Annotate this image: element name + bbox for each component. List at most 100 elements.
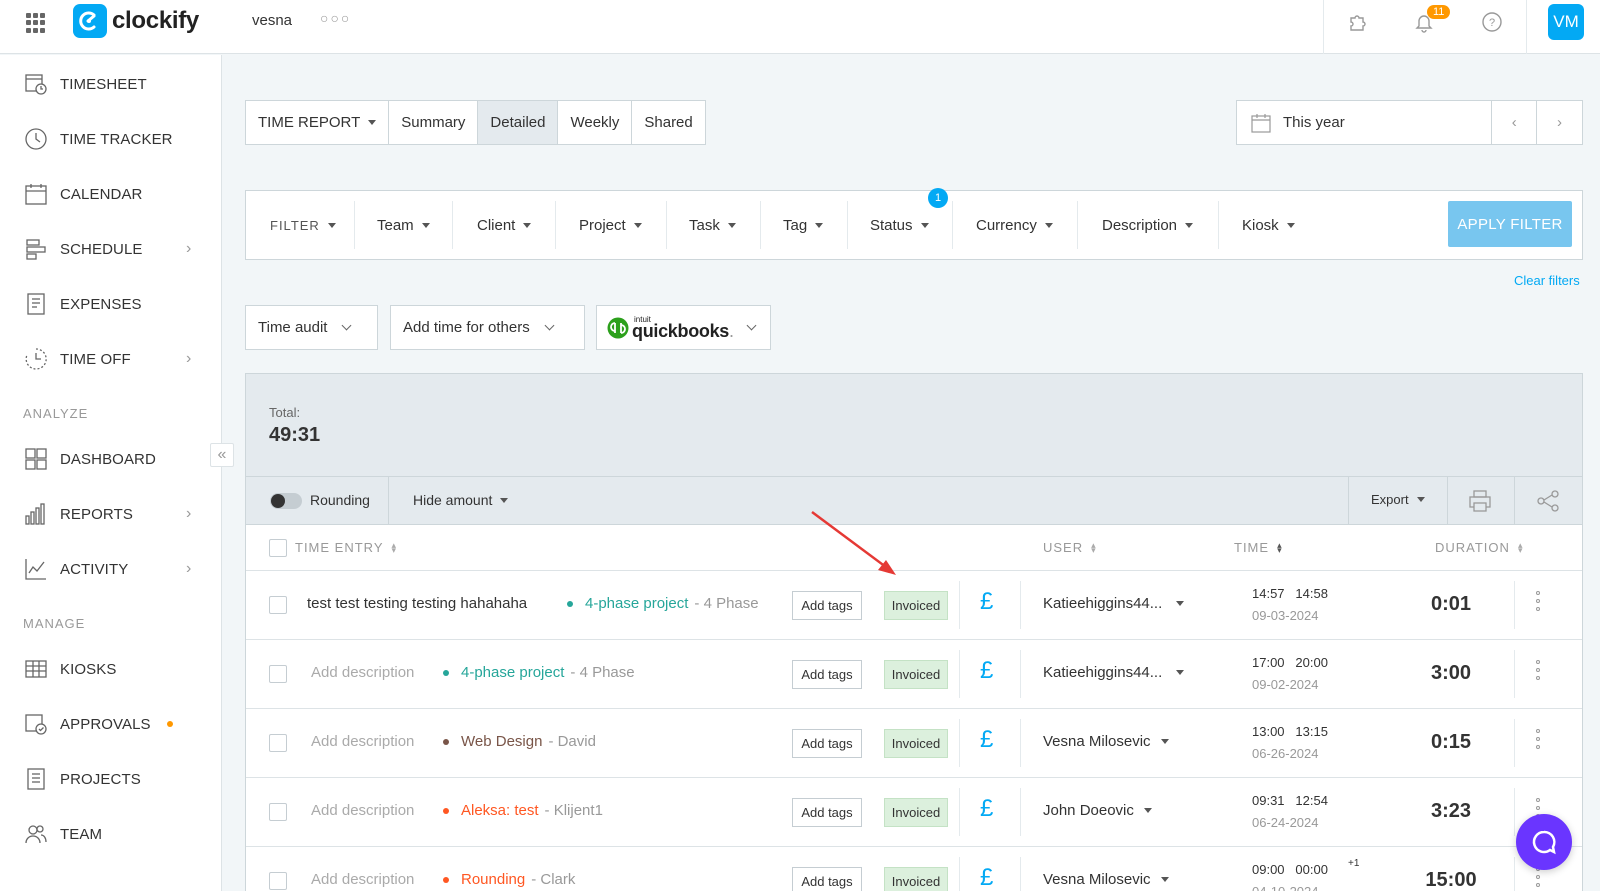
- sidebar-item-activity[interactable]: ACTIVITY ›: [0, 546, 222, 592]
- entry-time-range[interactable]: 17:00 20:00 09-02-2024: [1252, 655, 1328, 692]
- more-icon[interactable]: ○○○: [320, 10, 351, 26]
- clear-filters-link[interactable]: Clear filters: [1514, 273, 1580, 288]
- add-tags-button[interactable]: Add tags: [792, 798, 862, 827]
- sidebar-item-time-tracker[interactable]: TIME TRACKER: [0, 116, 222, 162]
- filter-tag[interactable]: Tag: [783, 191, 824, 259]
- billable-currency-icon[interactable]: £: [980, 795, 993, 823]
- entry-project[interactable]: 4-phase project - 4 Phase: [567, 595, 759, 612]
- filter-status[interactable]: Status: [870, 191, 929, 259]
- rounding-toggle[interactable]: [270, 493, 302, 509]
- sidebar-item-dashboard[interactable]: DASHBOARD: [0, 436, 222, 482]
- filter-task[interactable]: Task: [689, 191, 736, 259]
- table-row[interactable]: Add description Rounding - Clark Add tags…: [246, 847, 1582, 891]
- filter-menu[interactable]: FILTER: [270, 191, 336, 259]
- print-icon[interactable]: [1468, 489, 1492, 513]
- entry-project[interactable]: Web Design - David: [443, 733, 596, 750]
- help-icon[interactable]: ?: [1478, 8, 1506, 36]
- add-tags-button[interactable]: Add tags: [792, 591, 862, 620]
- entry-description[interactable]: Add description: [311, 733, 414, 750]
- row-checkbox[interactable]: [269, 803, 287, 821]
- table-row[interactable]: Add description Aleksa: test - Klijent1 A…: [246, 778, 1582, 847]
- sidebar-item-projects[interactable]: PROJECTS: [0, 756, 222, 802]
- time-report-dropdown[interactable]: TIME REPORT: [246, 101, 390, 144]
- sidebar-item-time-off[interactable]: TIME OFF ›: [0, 336, 222, 382]
- entry-user-dropdown[interactable]: Katieehiggins44...: [1043, 664, 1185, 681]
- entry-user-dropdown[interactable]: John Doeovic: [1043, 802, 1152, 819]
- entry-description[interactable]: Add description: [311, 664, 414, 681]
- entry-time-range[interactable]: 13:00 13:15 06-26-2024: [1252, 724, 1328, 761]
- entry-user-dropdown[interactable]: Vesna Milosevic: [1043, 871, 1169, 888]
- puzzle-icon[interactable]: [1344, 8, 1372, 36]
- filter-description[interactable]: Description: [1102, 191, 1194, 259]
- table-row[interactable]: Add description 4-phase project - 4 Phase…: [246, 640, 1582, 709]
- entry-project[interactable]: Aleksa: test - Klijent1: [443, 802, 603, 819]
- row-checkbox[interactable]: [269, 665, 287, 683]
- row-menu-icon[interactable]: [1536, 867, 1540, 887]
- entry-description[interactable]: test test testing testing hahahaha: [307, 595, 527, 612]
- sidebar-item-approvals[interactable]: APPROVALS: [0, 701, 222, 747]
- header-user[interactable]: USER ▴ ▾: [1043, 540, 1097, 555]
- header-time[interactable]: TIME ▴ ▾: [1234, 540, 1283, 555]
- entry-duration[interactable]: 3:00: [1396, 662, 1506, 685]
- add-time-for-others-dropdown[interactable]: Add time for others: [390, 305, 585, 350]
- table-row[interactable]: Add description Web Design - David Add ta…: [246, 709, 1582, 778]
- apply-filter-button[interactable]: APPLY FILTER: [1448, 201, 1572, 247]
- chat-support-button[interactable]: [1516, 814, 1572, 870]
- row-menu-icon[interactable]: [1536, 591, 1540, 611]
- tab-shared[interactable]: Shared: [632, 101, 704, 144]
- invoiced-badge[interactable]: Invoiced: [884, 660, 948, 689]
- sidebar-item-kiosks[interactable]: KIOSKS: [0, 646, 222, 692]
- sidebar-item-calendar[interactable]: CALENDAR: [0, 171, 222, 217]
- row-menu-icon[interactable]: [1536, 729, 1540, 749]
- add-tags-button[interactable]: Add tags: [792, 729, 862, 758]
- add-tags-button[interactable]: Add tags: [792, 867, 862, 891]
- invoiced-badge[interactable]: Invoiced: [884, 729, 948, 758]
- tab-detailed[interactable]: Detailed: [478, 101, 559, 144]
- billable-currency-icon[interactable]: £: [980, 588, 993, 616]
- billable-currency-icon[interactable]: £: [980, 864, 993, 891]
- sidebar-item-team[interactable]: TEAM: [0, 811, 222, 857]
- filter-client[interactable]: Client: [477, 191, 532, 259]
- header-duration[interactable]: DURATION ▴ ▾: [1435, 540, 1523, 555]
- entry-description[interactable]: Add description: [311, 871, 414, 888]
- invoiced-badge[interactable]: Invoiced: [884, 867, 948, 891]
- quickbooks-dropdown[interactable]: intuit quickbooks.: [596, 305, 771, 350]
- previous-period-button[interactable]: ‹: [1492, 101, 1538, 144]
- entry-description[interactable]: Add description: [311, 802, 414, 819]
- export-dropdown[interactable]: Export: [1371, 492, 1425, 507]
- tab-summary[interactable]: Summary: [389, 101, 479, 144]
- row-checkbox[interactable]: [269, 872, 287, 890]
- apps-grid-icon[interactable]: [26, 13, 46, 33]
- entry-time-range[interactable]: 14:57 14:58 09-03-2024: [1252, 586, 1328, 623]
- sidebar-item-expenses[interactable]: EXPENSES: [0, 281, 222, 327]
- entry-project[interactable]: 4-phase project - 4 Phase: [443, 664, 635, 681]
- date-range-button[interactable]: This year: [1237, 101, 1493, 144]
- entry-time-range[interactable]: 09:31 12:54 06-24-2024: [1252, 793, 1328, 830]
- entry-duration[interactable]: 0:15: [1396, 731, 1506, 754]
- billable-currency-icon[interactable]: £: [980, 726, 993, 754]
- row-checkbox[interactable]: [269, 596, 287, 614]
- row-menu-icon[interactable]: [1536, 660, 1540, 680]
- filter-project[interactable]: Project: [579, 191, 642, 259]
- table-row[interactable]: test test testing testing hahahaha 4-pha…: [246, 571, 1582, 640]
- add-tags-button[interactable]: Add tags: [792, 660, 862, 689]
- sidebar-item-timesheet[interactable]: TIMESHEET: [0, 61, 222, 107]
- filter-kiosk[interactable]: Kiosk: [1242, 191, 1295, 259]
- hide-amount-dropdown[interactable]: Hide amount: [413, 492, 509, 508]
- filter-currency[interactable]: Currency: [976, 191, 1053, 259]
- header-time-entry[interactable]: TIME ENTRY ▴ ▾: [295, 540, 397, 555]
- workspace-name[interactable]: vesna: [252, 12, 292, 29]
- entry-duration[interactable]: 3:23: [1396, 800, 1506, 823]
- user-avatar[interactable]: VM: [1548, 4, 1584, 40]
- entry-user-dropdown[interactable]: Vesna Milosevic: [1043, 733, 1169, 750]
- clockify-logo[interactable]: clockify: [73, 4, 199, 38]
- entry-duration[interactable]: 15:00: [1396, 869, 1506, 891]
- select-all-checkbox[interactable]: [269, 539, 287, 557]
- sidebar-item-schedule[interactable]: SCHEDULE ›: [0, 226, 222, 272]
- next-period-button[interactable]: ›: [1537, 101, 1582, 144]
- billable-currency-icon[interactable]: £: [980, 657, 993, 685]
- sidebar-item-reports[interactable]: REPORTS ›: [0, 491, 222, 537]
- collapse-sidebar-icon[interactable]: «: [210, 443, 234, 467]
- time-audit-dropdown[interactable]: Time audit: [245, 305, 378, 350]
- entry-time-range[interactable]: 09:00 00:00 +1 04-10-2024: [1252, 858, 1359, 891]
